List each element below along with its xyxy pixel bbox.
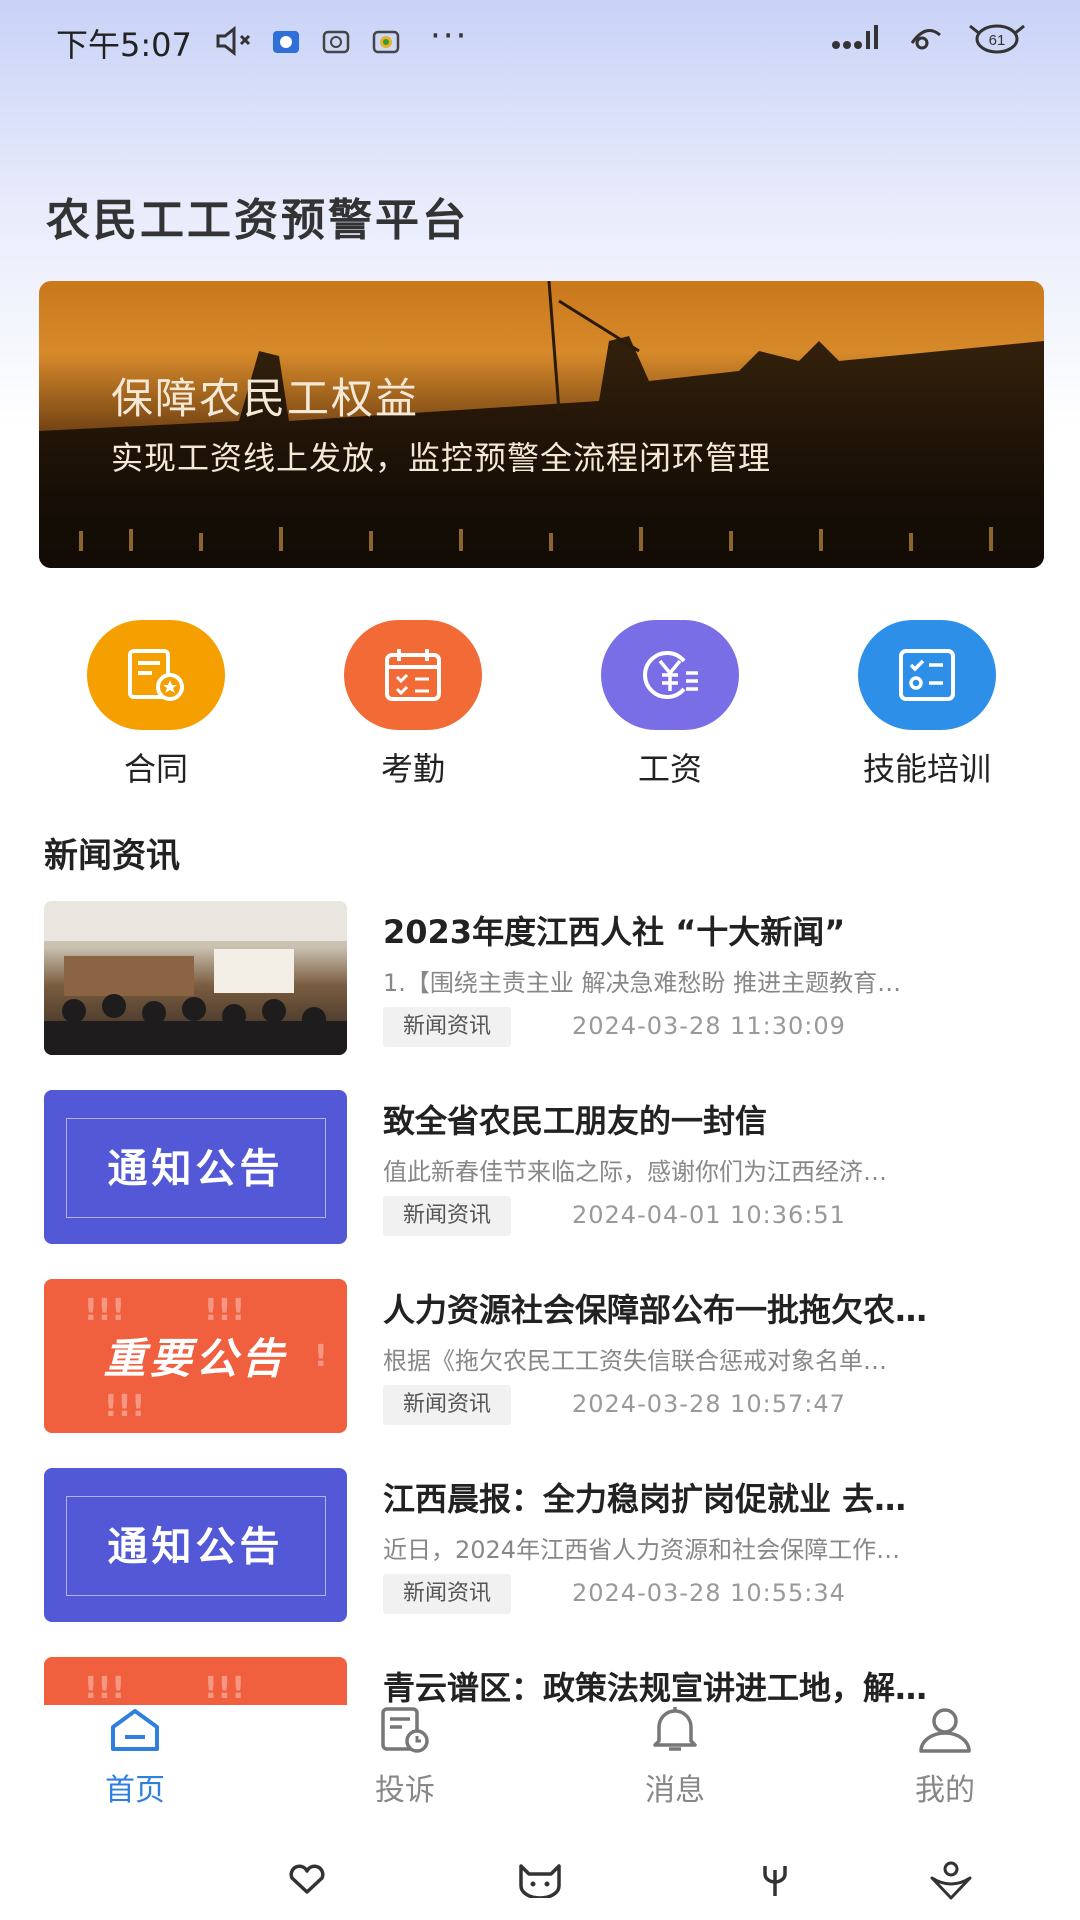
news-date: 2024-03-28 10:57:47: [572, 1390, 846, 1418]
trident-icon[interactable]: [760, 1860, 790, 1898]
news-tag: 新闻资讯: [383, 1196, 512, 1236]
news-title: 致全省农民工朋友的一封信: [383, 1102, 768, 1140]
hero-banner[interactable]: 保障农民工权益 实现工资线上发放，监控预警全流程闭环管理: [39, 281, 1044, 568]
nav-label: 消息: [645, 1773, 705, 1808]
status-right: 61: [830, 22, 1028, 54]
news-summary: 1.【围绕主责主业 解决急难愁盼 推进主题教育…: [383, 969, 902, 997]
app-notification-icon: [322, 30, 350, 54]
checklist-icon: [858, 620, 996, 730]
calendar-icon: [344, 620, 482, 730]
quick-action-label: 考勤: [380, 750, 445, 788]
news-tag: 新闻资讯: [383, 1385, 512, 1425]
news-date: 2024-04-01 10:36:51: [572, 1201, 846, 1229]
status-time: 下午5:07: [56, 26, 192, 64]
heart-icon[interactable]: [287, 1864, 327, 1896]
nav-label: 我的: [915, 1773, 975, 1808]
system-navigation-bar: [0, 1820, 1080, 1920]
quick-action-wage[interactable]: 工资: [570, 620, 770, 790]
yuan-icon: [601, 620, 739, 730]
banner-subline: 实现工资线上发放，监控预警全流程闭环管理: [111, 439, 772, 477]
news-date: 2024-03-28 11:30:09: [572, 1012, 846, 1040]
news-title: 江西晨报：全力稳岗扩岗促就业 去…: [383, 1480, 907, 1518]
news-title: 青云谱区：政策法规宣讲进工地，解…: [383, 1669, 928, 1705]
important-thumbnail: !!! !!! !!! ! 重要公告: [44, 1279, 347, 1433]
nav-label: 投诉: [375, 1773, 435, 1808]
news-date: 2024-03-28 10:55:34: [572, 1579, 846, 1607]
quick-action-label: 技能培训: [862, 750, 991, 788]
home-icon: [111, 1709, 159, 1751]
news-tag: 新闻资讯: [383, 1574, 512, 1614]
more-notifications: ···: [430, 16, 469, 56]
quick-action-label: 合同: [123, 750, 188, 788]
important-thumbnail: !!! !!!: [44, 1657, 347, 1705]
meeting-photo-thumbnail: [44, 901, 347, 1055]
nav-profile[interactable]: 我的: [870, 1705, 1020, 1809]
thumbnail-text: 通知公告: [107, 1524, 284, 1570]
quick-action-contract[interactable]: 合同: [56, 620, 256, 790]
news-title: 人力资源社会保障部公布一批拖欠农…: [383, 1291, 928, 1329]
app-notification-icon: [273, 31, 299, 53]
page-title: 农民工工资预警平台: [46, 195, 469, 246]
complaint-icon: [381, 1707, 429, 1753]
battery-icon: 61: [969, 24, 1025, 54]
bottom-navigation: 首页 投诉 消息 我的: [0, 1705, 1080, 1815]
mute-icon: [216, 26, 251, 56]
list-item[interactable]: !!! !!! 青云谱区：政策法规宣讲进工地，解…: [44, 1657, 1044, 1705]
bell-icon: [653, 1707, 697, 1751]
news-summary: 值此新春佳节来临之际，感谢你们为江西经济…: [383, 1158, 887, 1186]
signal-icon: [832, 25, 878, 49]
thumbnail-text: 重要公告: [103, 1334, 288, 1383]
news-title: 2023年度江西人社 “十大新闻”: [383, 913, 846, 951]
list-item[interactable]: 通知公告 江西晨报：全力稳岗扩岗促就业 去… 近日，2024年江西省人力资源和社…: [44, 1468, 1044, 1623]
nav-home[interactable]: 首页: [60, 1705, 210, 1809]
news-summary: 根据《拖欠农民工工资失信联合惩戒对象名单…: [383, 1347, 887, 1375]
accessibility-icon[interactable]: [928, 1860, 974, 1900]
nav-complaint[interactable]: 投诉: [330, 1705, 480, 1809]
status-bar: 下午5:07 ··· 61: [0, 0, 1080, 84]
app-notification-icon: [372, 30, 400, 54]
list-item[interactable]: !!! !!! !!! ! 重要公告 人力资源社会保障部公布一批拖欠农… 根据《…: [44, 1279, 1044, 1434]
banner-headline: 保障农民工权益: [111, 374, 420, 423]
quick-action-training[interactable]: 技能培训: [827, 620, 1027, 790]
news-summary: 近日，2024年江西省人力资源和社会保障工作…: [383, 1536, 901, 1564]
wifi-icon: [910, 29, 941, 50]
thumbnail-text: 通知公告: [107, 1146, 284, 1192]
list-item[interactable]: 通知公告 致全省农民工朋友的一封信 值此新春佳节来临之际，感谢你们为江西经济… …: [44, 1090, 1044, 1245]
quick-action-attendance[interactable]: 考勤: [313, 620, 513, 790]
section-title-news: 新闻资讯: [44, 836, 180, 876]
notice-thumbnail: 通知公告: [44, 1468, 347, 1622]
svg-text:61: 61: [989, 32, 1006, 49]
user-icon: [919, 1708, 971, 1753]
notice-thumbnail: 通知公告: [44, 1090, 347, 1244]
cat-face-icon[interactable]: [515, 1860, 565, 1898]
quick-action-label: 工资: [637, 750, 702, 788]
contract-icon: [87, 620, 225, 730]
nav-messages[interactable]: 消息: [600, 1705, 750, 1809]
list-item[interactable]: 2023年度江西人社 “十大新闻” 1.【围绕主责主业 解决急难愁盼 推进主题教…: [44, 901, 1044, 1056]
news-tag: 新闻资讯: [383, 1007, 512, 1047]
nav-label: 首页: [105, 1773, 165, 1808]
